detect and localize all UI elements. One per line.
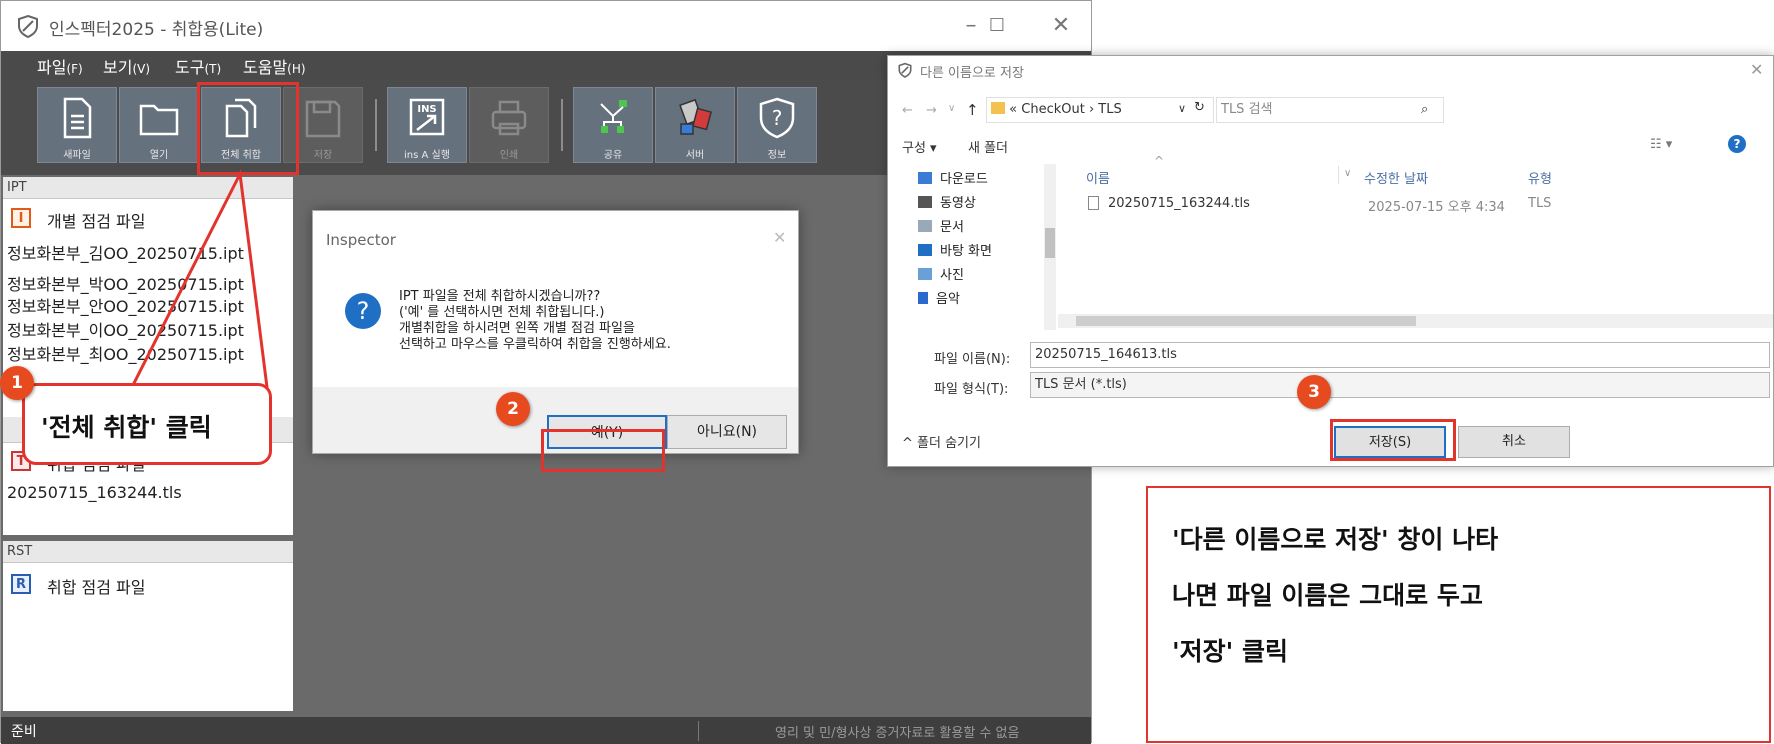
- callout-collect-all: '전체 취합' 클릭: [22, 383, 272, 465]
- step-badge-3: 3: [1297, 375, 1331, 409]
- callout-save-instructions: '다른 이름으로 저장' 창이 나타 나면 파일 이름은 그대로 두고 '저장'…: [1146, 486, 1771, 743]
- highlight-save-button: [1330, 419, 1456, 461]
- step-badge-1: 1: [0, 366, 34, 400]
- step-badge-2: 2: [496, 392, 530, 426]
- highlight-yes-button: [541, 429, 665, 472]
